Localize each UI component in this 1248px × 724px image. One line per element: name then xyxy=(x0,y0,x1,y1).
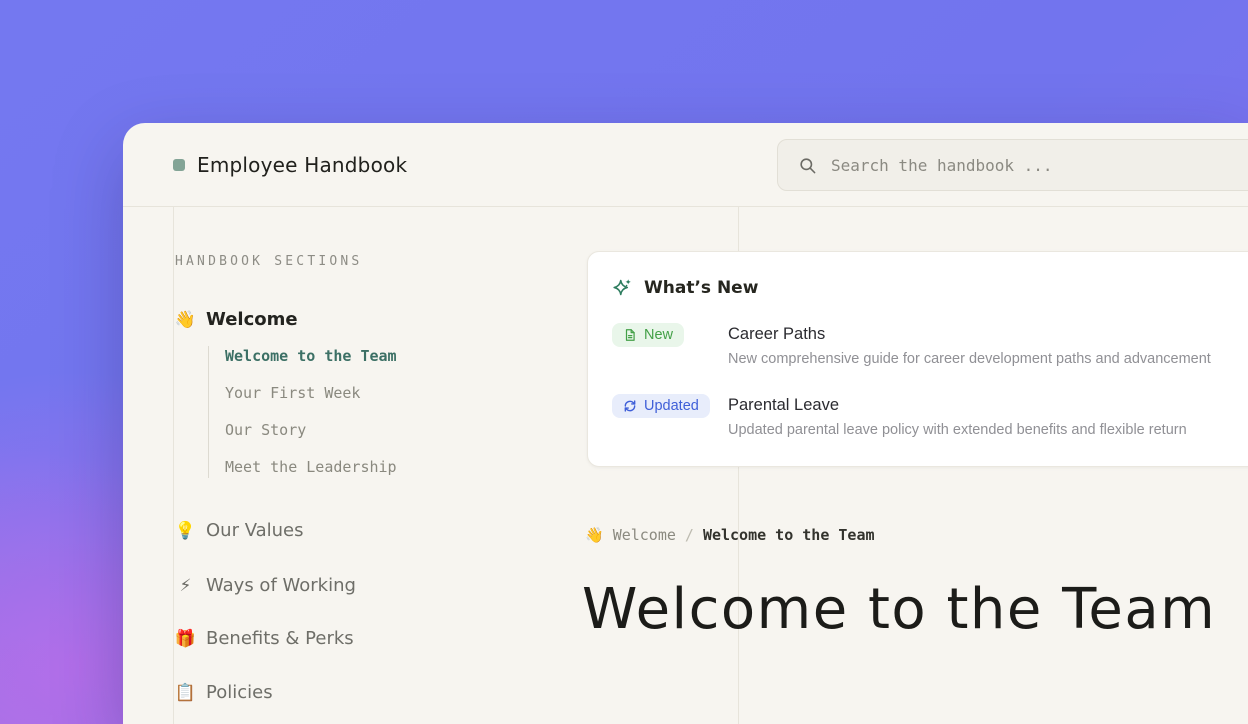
subnav-item-meet-the-leadership[interactable]: Meet the Leadership xyxy=(225,457,397,478)
sidebar-item-label: Welcome xyxy=(206,309,298,330)
sparkles-icon xyxy=(612,277,633,298)
app-brand: Employee Handbook xyxy=(173,123,407,207)
app-title: Employee Handbook xyxy=(197,153,407,177)
new-badge: New xyxy=(612,323,684,347)
sidebar-item-ways-of-working[interactable]: ⚡ Ways of Working xyxy=(174,575,356,596)
gift-emoji-icon: 🎁 xyxy=(174,629,197,649)
whats-new-header: What’s New xyxy=(612,277,1245,298)
breadcrumb-section-link[interactable]: Welcome xyxy=(613,526,676,544)
sidebar-item-label: Ways of Working xyxy=(206,575,356,596)
app-logo-icon xyxy=(173,159,185,171)
breadcrumb-current-page: Welcome to the Team xyxy=(703,526,875,544)
sidebar-item-our-values[interactable]: 💡 Our Values xyxy=(174,520,304,541)
clipboard-emoji-icon: 📋 xyxy=(174,683,197,703)
wave-emoji-icon: 👋 xyxy=(585,526,604,544)
sidebar-item-label: Benefits & Perks xyxy=(206,628,354,649)
item-title: Career Paths xyxy=(728,325,1211,344)
whats-new-title: What’s New xyxy=(644,278,758,298)
badge-label: New xyxy=(644,327,673,343)
item-text: Career Paths New comprehensive guide for… xyxy=(728,323,1211,367)
updated-badge: Updated xyxy=(612,394,710,418)
sidebar-item-welcome[interactable]: 👋 Welcome xyxy=(174,309,298,330)
subnav-item-our-story[interactable]: Our Story xyxy=(225,420,397,441)
whats-new-card: What’s New New Career Paths New comprehe… xyxy=(587,251,1248,467)
whats-new-item-parental-leave[interactable]: Updated Parental Leave Updated parental … xyxy=(612,394,1245,438)
lightning-emoji-icon: ⚡ xyxy=(174,576,197,596)
wave-emoji-icon: 👋 xyxy=(174,310,197,330)
page-title: Welcome to the Team xyxy=(582,579,1216,641)
badge-column: Updated xyxy=(612,394,728,418)
search-input[interactable] xyxy=(831,156,1248,175)
whats-new-item-career-paths[interactable]: New Career Paths New comprehensive guide… xyxy=(612,323,1245,367)
search-icon xyxy=(798,156,817,175)
sidebar-item-benefits-perks[interactable]: 🎁 Benefits & Perks xyxy=(174,628,354,649)
sidebar-item-policies[interactable]: 📋 Policies xyxy=(174,682,273,703)
item-description: Updated parental leave policy with exten… xyxy=(728,422,1187,438)
sidebar-item-label: Our Values xyxy=(206,520,304,541)
lightbulb-emoji-icon: 💡 xyxy=(174,521,197,541)
item-title: Parental Leave xyxy=(728,396,1187,415)
refresh-icon xyxy=(623,399,637,413)
sidebar-welcome-subnav: Welcome to the Team Your First Week Our … xyxy=(208,346,397,478)
app-header: Employee Handbook xyxy=(123,123,1248,207)
badge-column: New xyxy=(612,323,728,347)
badge-label: Updated xyxy=(644,398,699,414)
app-window: Employee Handbook HANDBOOK SECTIONS 👋 We… xyxy=(123,123,1248,724)
item-description: New comprehensive guide for career devel… xyxy=(728,351,1211,367)
sidebar-item-label: Policies xyxy=(206,682,273,703)
subnav-item-welcome-to-the-team[interactable]: Welcome to the Team xyxy=(225,346,397,367)
document-icon xyxy=(623,328,637,342)
breadcrumb: 👋 Welcome / Welcome to the Team xyxy=(585,526,875,544)
search-bar[interactable] xyxy=(777,139,1248,191)
item-text: Parental Leave Updated parental leave po… xyxy=(728,394,1187,438)
sidebar-heading: HANDBOOK SECTIONS xyxy=(175,254,362,269)
subnav-item-your-first-week[interactable]: Your First Week xyxy=(225,383,397,404)
breadcrumb-separator: / xyxy=(685,526,694,544)
